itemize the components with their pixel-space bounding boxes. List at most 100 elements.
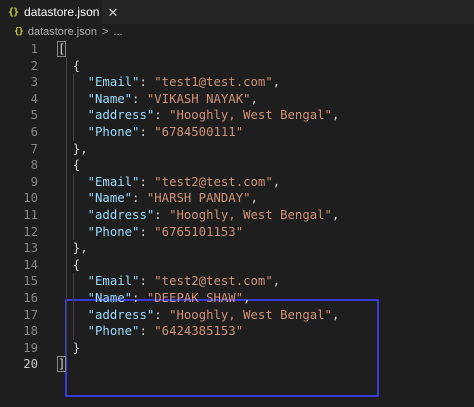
json-punctuation: {: [58, 257, 81, 272]
code-line[interactable]: 17 "address": "Hooghly, West Bengal",: [0, 307, 474, 324]
json-punctuation: :: [154, 208, 170, 222]
indent-guide: [73, 74, 74, 141]
tab-datastore-json[interactable]: {} datastore.json ✕: [0, 0, 118, 24]
json-string: "test1@test.com": [154, 75, 273, 90]
json-punctuation: ]: [56, 356, 67, 373]
code-line[interactable]: 16 "Name": "DEEPAK SHAW",: [0, 290, 474, 307]
json-key: "Phone": [87, 125, 140, 139]
code-editor[interactable]: 1[2 {3 "Email": "test1@test.com", 4 "Name…: [0, 40, 474, 407]
breadcrumb-separator: >: [101, 26, 109, 38]
json-punctuation: :: [139, 324, 155, 339]
code-line[interactable]: 2 {: [0, 58, 474, 75]
json-file-icon: {}: [8, 6, 19, 18]
code-text: "Name": "VIKASH NAYAK",: [58, 91, 258, 108]
code-text: "Name": "DEEPAK SHAW",: [58, 290, 251, 307]
line-number: 2: [30, 58, 38, 73]
json-punctuation: :: [139, 274, 155, 289]
line-number: 3: [30, 75, 38, 90]
close-icon[interactable]: ✕: [107, 6, 118, 19]
json-punctuation: ,: [250, 191, 258, 206]
tab-bar: {} datastore.json ✕: [0, 0, 474, 24]
json-punctuation: }: [58, 340, 81, 355]
json-string: "VIKASH NAYAK": [146, 91, 251, 106]
code-line[interactable]: 5 "address": "Hooghly, West Bengal",: [0, 107, 474, 124]
line-number: 9: [30, 174, 38, 189]
json-punctuation: ,: [331, 108, 340, 123]
json-string: "DEEPAK SHAW": [146, 291, 244, 305]
line-number: 10: [23, 191, 38, 206]
json-punctuation: ,: [272, 274, 281, 289]
json-punctuation: ,: [272, 174, 281, 189]
code-line[interactable]: 10 "Name": "HARSH PANDAY",: [0, 190, 474, 207]
indent-guide: [73, 173, 74, 241]
json-punctuation: ,: [250, 91, 258, 106]
indent-guide: [73, 273, 74, 340]
breadcrumb-file[interactable]: datastore.json: [28, 26, 97, 38]
json-key: "Name": [87, 91, 133, 106]
line-number: 12: [23, 224, 38, 239]
json-punctuation: :: [139, 224, 155, 239]
code-line[interactable]: 6 "Phone": "6784500111": [0, 124, 474, 141]
json-key: "Name": [87, 291, 133, 305]
json-key: "address": [87, 307, 155, 322]
tab-label: datastore.json: [24, 5, 100, 19]
code-text: "Phone": "6765101153": [58, 224, 243, 241]
line-number: 1: [30, 42, 38, 56]
json-punctuation: :: [132, 91, 147, 106]
json-punctuation: },: [58, 141, 88, 156]
json-key: "Name": [87, 191, 133, 206]
code-line[interactable]: 11 "address": "Hooghly, West Bengal",: [0, 207, 474, 224]
code-line[interactable]: 13 },: [0, 240, 474, 257]
code-text: },: [58, 240, 88, 257]
code-line[interactable]: 1[: [0, 41, 474, 58]
code-text: {: [58, 58, 80, 75]
code-text: }: [58, 340, 80, 357]
code-text: "address": "Hooghly, West Bengal",: [58, 307, 340, 324]
json-string: "test2@test.com": [154, 274, 273, 289]
code-line[interactable]: 8 {: [0, 157, 474, 174]
code-line[interactable]: 4 "Name": "VIKASH NAYAK",: [0, 91, 474, 108]
line-number: 8: [30, 158, 38, 173]
json-string: "Hooghly, West Bengal": [169, 208, 332, 222]
json-string: "6784500111": [154, 125, 244, 139]
code-line[interactable]: 18 "Phone": "6424385153": [0, 323, 474, 340]
json-punctuation: },: [58, 241, 88, 256]
code-text: "address": "Hooghly, West Bengal",: [58, 107, 340, 124]
code-line[interactable]: 19 }: [0, 340, 474, 357]
line-number: 11: [23, 208, 38, 222]
json-punctuation: :: [139, 125, 155, 139]
line-number: 16: [23, 291, 38, 305]
json-string: "6765101153": [154, 224, 244, 239]
indent-guide: [66, 57, 67, 357]
json-string: "Hooghly, West Bengal": [169, 307, 332, 322]
json-key: "Email": [87, 274, 140, 289]
line-number: 5: [30, 108, 38, 123]
code-text: {: [58, 257, 80, 274]
line-number: 6: [30, 125, 38, 139]
line-number: 13: [23, 241, 38, 256]
code-line[interactable]: 12 "Phone": "6765101153": [0, 224, 474, 241]
json-key: "Email": [87, 174, 140, 189]
line-number: 15: [23, 274, 38, 289]
code-line[interactable]: 7 },: [0, 141, 474, 158]
code-line[interactable]: 20]: [0, 356, 474, 373]
json-key: "Phone": [87, 224, 140, 239]
json-punctuation: ,: [243, 291, 251, 305]
breadcrumb: {} datastore.json > ...: [0, 24, 474, 40]
json-string: "Hooghly, West Bengal": [169, 108, 332, 123]
code-text: "Phone": "6784500111": [58, 124, 243, 141]
json-key: "Phone": [87, 324, 140, 339]
line-number: 20: [23, 357, 38, 372]
code-line[interactable]: 14 {: [0, 257, 474, 274]
line-number: 19: [23, 340, 38, 355]
code-line[interactable]: 15 "Email": "test2@test.com",: [0, 273, 474, 290]
breadcrumb-more[interactable]: ...: [113, 26, 122, 38]
json-key: "Email": [87, 75, 140, 90]
json-key: "address": [87, 108, 155, 123]
code-text: "Name": "HARSH PANDAY",: [58, 190, 258, 207]
code-line[interactable]: 3 "Email": "test1@test.com",: [0, 74, 474, 91]
code-text: },: [58, 141, 88, 158]
code-line[interactable]: 9 "Email": "test2@test.com",: [0, 174, 474, 191]
line-number: 7: [30, 141, 38, 156]
line-number: 18: [23, 324, 38, 339]
